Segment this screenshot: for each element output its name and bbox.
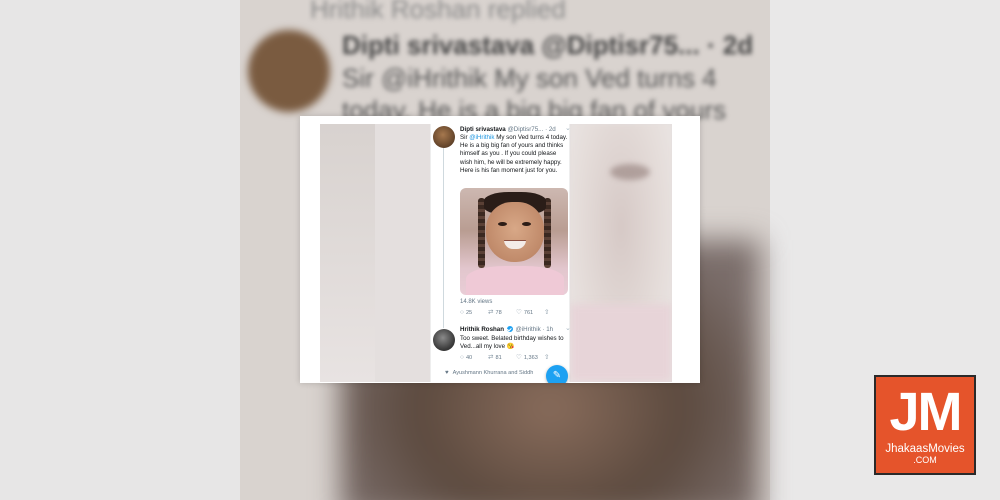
tweet-header: Dipti srivastava @Diptisr75... · 2d (460, 126, 556, 134)
mention-link[interactable]: @iHrithik (469, 134, 494, 141)
retweet-icon: ⇄ (488, 309, 494, 317)
chevron-down-icon[interactable]: ⌄ (565, 324, 571, 333)
heart-icon: ♡ (516, 354, 522, 362)
like-button[interactable]: ♡ 761 (516, 310, 544, 317)
retweet-count: 81 (495, 355, 502, 361)
heart-icon: ♡ (516, 309, 522, 317)
user-handle[interactable]: @Diptisr75... (507, 126, 543, 133)
background-avatar (248, 30, 330, 112)
reply-count: 40 (465, 355, 473, 361)
heart-icon: ♥ (445, 370, 449, 376)
video-shirt (466, 266, 564, 295)
display-name[interactable]: Dipti srivastava (460, 126, 506, 133)
avatar[interactable] (433, 329, 455, 351)
like-count: 1,363 (523, 355, 538, 361)
tweet-actions: ○ 40 ⇄ 81 ♡ 1,363 ⇧ (460, 355, 570, 362)
jhakaasmovies-logo: JM JhakaasMovies .COM (874, 375, 976, 475)
reply-icon: ○ (460, 309, 464, 317)
tweet-actions: ○ 25 ⇄ 78 ♡ 761 ⇧ (460, 310, 570, 317)
compose-tweet-button[interactable]: ✎ (546, 365, 568, 383)
reply-count: 25 (465, 310, 473, 316)
view-count: 14.8K views (460, 299, 493, 305)
thread-connector-line (443, 148, 445, 328)
blurred-shirt (570, 304, 672, 382)
liked-by-row[interactable]: ♥ Ayushmann Khurrana and Siddh (445, 370, 533, 378)
reply-button[interactable]: ○ 40 (460, 355, 488, 362)
avatar[interactable] (433, 126, 455, 148)
tweet-text: Sir @iHrithik My son Ved turns 4 today. … (460, 134, 568, 175)
screenshot-card: Dipti srivastava @Diptisr75... · 2d ⌄ Si… (300, 116, 700, 383)
video-face (486, 202, 544, 262)
reply-button[interactable]: ○ 25 (460, 310, 488, 317)
logo-mark: JM (889, 382, 962, 442)
like-button[interactable]: ♡ 1,363 (516, 355, 544, 362)
logo-domain: .COM (913, 455, 937, 465)
video-eye (522, 222, 531, 226)
tweet-text-prefix: Sir (460, 134, 470, 141)
share-button[interactable]: ⇧ (544, 310, 549, 317)
twitter-thread: Dipti srivastava @Diptisr75... · 2d ⌄ Si… (430, 124, 571, 383)
share-icon: ⇧ (544, 354, 550, 362)
compose-tweet-icon: ✎ (552, 370, 562, 381)
retweet-button[interactable]: ⇄ 78 (488, 310, 516, 317)
tweet-video[interactable] (460, 188, 568, 295)
liked-by-text: Ayushmann Khurrana and Siddh (452, 370, 534, 376)
logo-name: JhakaasMovies (885, 443, 965, 455)
verified-badge-icon (506, 326, 513, 332)
background-text-line: Sir @iHrithik My son Ved turns 4 (342, 63, 717, 93)
tweet-header: Hrithik Roshan @iHrithik · 1h (460, 326, 553, 334)
tweet-text: Too sweet. Belated birthday wishes to Ve… (460, 335, 564, 351)
video-eye (498, 222, 507, 226)
background-text-line: Dipti srivastava @Diptisr75... · 2d (342, 30, 754, 60)
phone-left-margin (320, 124, 375, 382)
tweet-time: · 2d (545, 126, 556, 133)
retweet-button[interactable]: ⇄ 81 (488, 355, 516, 362)
background-text-line: Hrithik Roshan replied (310, 0, 566, 24)
tweet-time: · 1h (542, 326, 554, 333)
blurred-eye (610, 164, 650, 180)
display-name[interactable]: Hrithik Roshan (460, 326, 504, 333)
like-count: 761 (523, 310, 534, 316)
share-button[interactable]: ⇧ (544, 355, 549, 362)
user-handle[interactable]: @iHrithik (515, 326, 540, 333)
chevron-down-icon[interactable]: ⌄ (565, 124, 571, 133)
reply-icon: ○ (460, 354, 464, 362)
share-icon: ⇧ (544, 309, 550, 317)
retweet-icon: ⇄ (488, 354, 494, 362)
retweet-count: 78 (495, 310, 502, 316)
